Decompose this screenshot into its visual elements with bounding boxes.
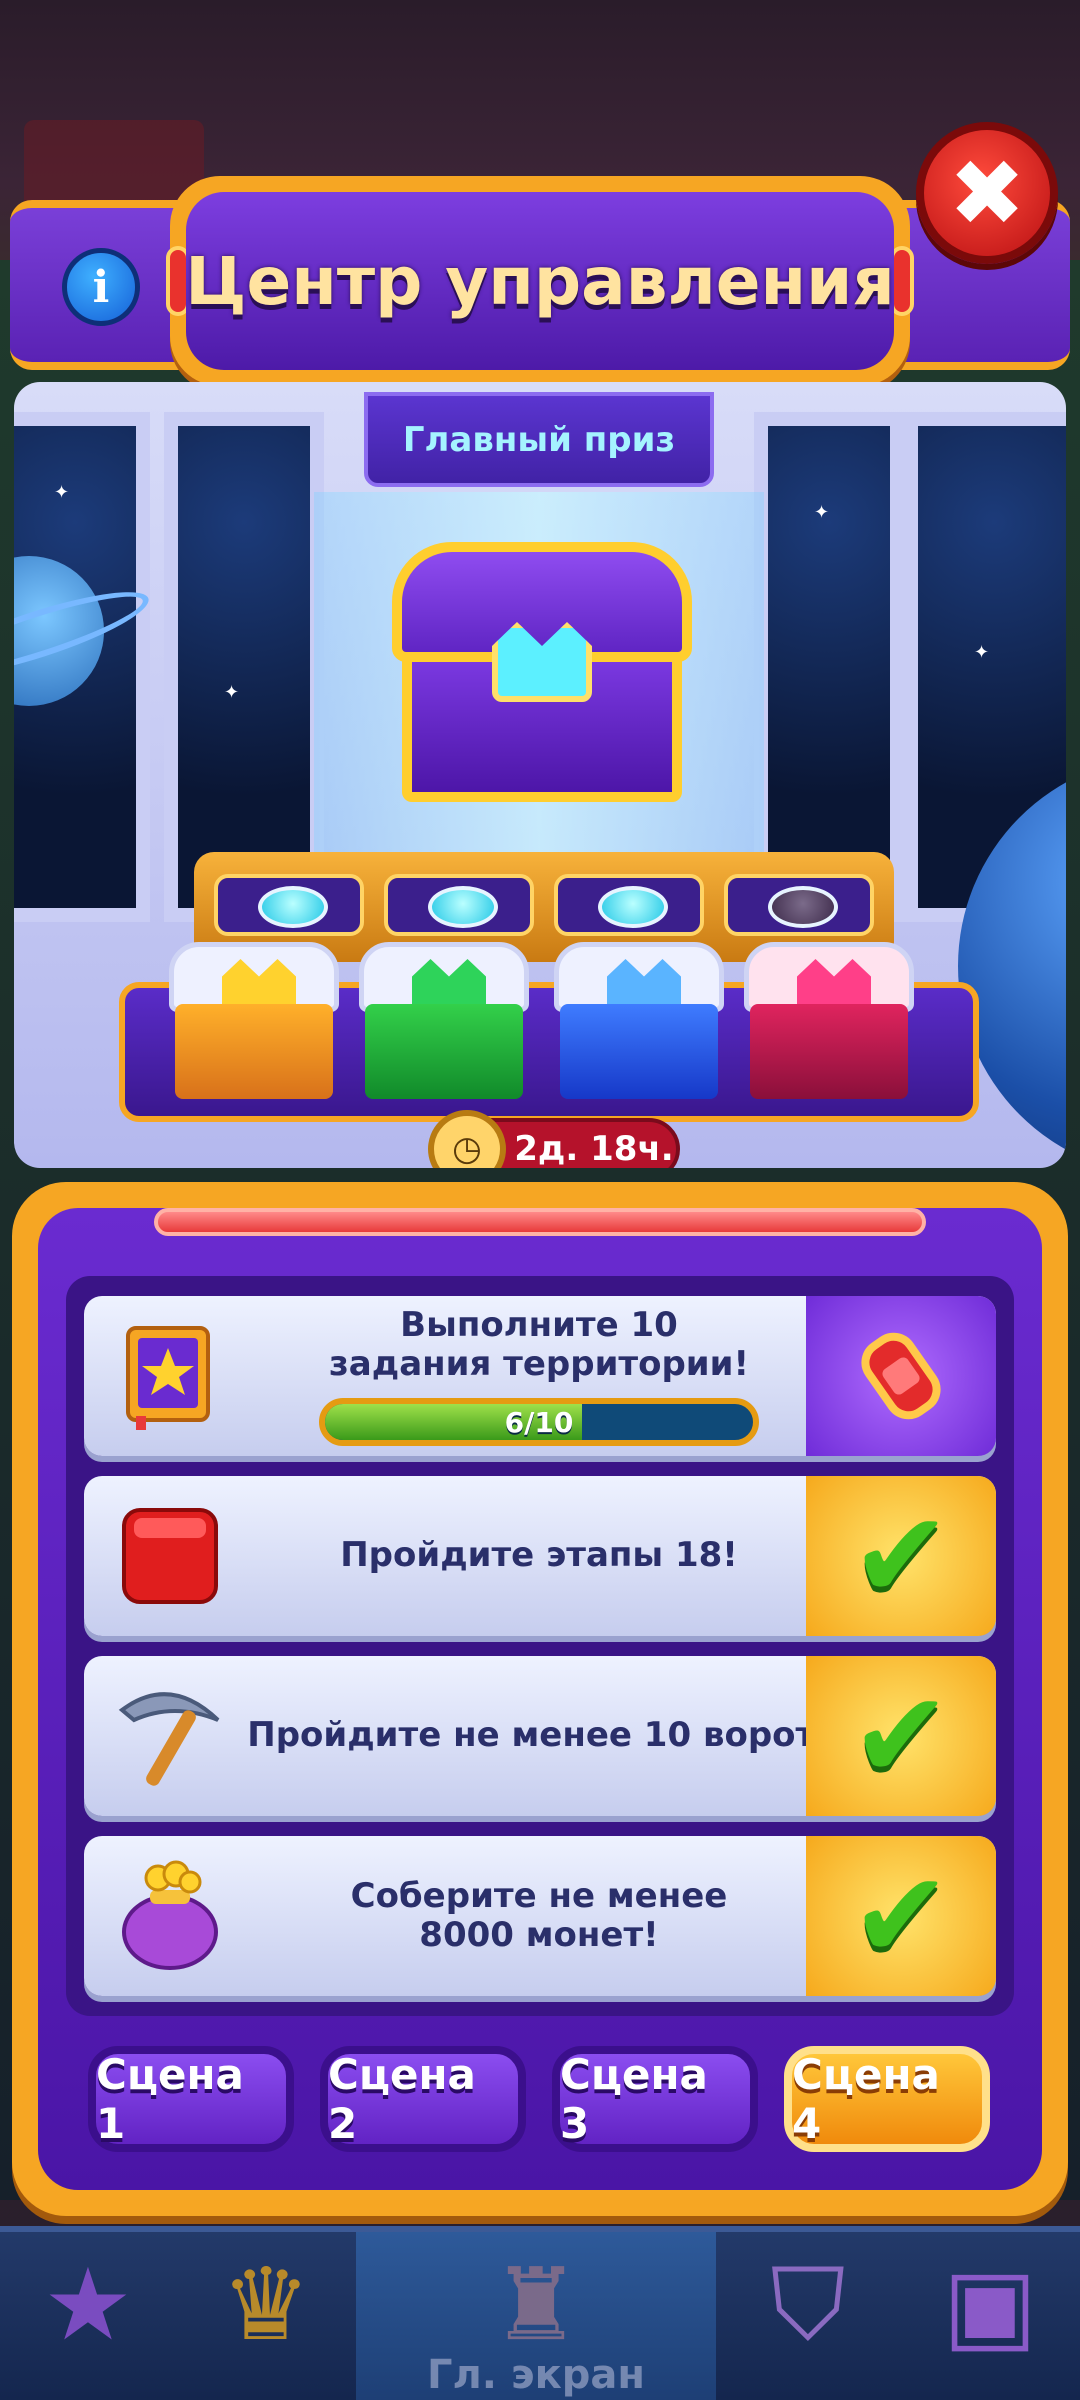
- castle-icon: ♜: [491, 2246, 581, 2363]
- title-plate: Центр управления: [166, 176, 914, 386]
- chest-lid: [169, 942, 339, 1012]
- nav-item-book[interactable]: ★: [0, 2232, 176, 2400]
- red-block-icon: [114, 1500, 226, 1612]
- chest-lid: [744, 942, 914, 1012]
- window-center-left: [164, 412, 324, 922]
- chest-body: [175, 1004, 333, 1099]
- nav-item-team[interactable]: ⛉: [716, 2232, 900, 2400]
- stage-slot-2: [384, 874, 534, 936]
- task-text: Соберите не менее 8000 монет!: [350, 1875, 728, 1955]
- stage-slot-3: [554, 874, 704, 936]
- crown-icon: [222, 959, 296, 1009]
- task-complete-badge: ✔: [806, 1476, 996, 1636]
- team-shield-icon: ⛉: [770, 2246, 846, 2363]
- chest-lid: [392, 542, 692, 662]
- star-icon: ✦: [54, 482, 70, 503]
- stage-slot-4: [724, 874, 874, 936]
- window-center-right: [754, 412, 904, 922]
- task-progress-bar: 6/10: [319, 1398, 759, 1447]
- coin-bag-icon: [114, 1860, 226, 1972]
- star-book-icon: ★: [43, 2246, 133, 2363]
- chest-body: [750, 1004, 908, 1099]
- chest-body: [365, 1004, 523, 1099]
- chest-lid: [554, 942, 724, 1012]
- crown-icon: [412, 959, 486, 1009]
- close-button[interactable]: ✖: [916, 122, 1058, 264]
- chest-lid: [359, 942, 529, 1012]
- stage-slot-1: [214, 874, 364, 936]
- panel-light-bar: [154, 1208, 926, 1236]
- task-content: Выполните 10 задания территории! 6/10: [234, 1296, 844, 1456]
- crown-icon: [607, 959, 681, 1009]
- fuel-capsule-icon[interactable]: [806, 1296, 996, 1456]
- check-icon: ✔: [850, 1486, 952, 1626]
- green-chest-icon[interactable]: [359, 942, 529, 1102]
- nav-home-label: Гл. экран: [426, 2352, 646, 2398]
- orange-chest-icon[interactable]: [169, 942, 339, 1102]
- pickaxe-icon: [114, 1680, 226, 1792]
- nav-item-home[interactable]: ♜ Гл. экран: [356, 2232, 716, 2400]
- slot-light-1: [258, 886, 328, 928]
- task-row-4[interactable]: Соберите не менее 8000 монет! ✔: [84, 1836, 996, 1996]
- task-row-3[interactable]: Пройдите не менее 10 ворот! ✔: [84, 1656, 996, 1816]
- tab-scene-4[interactable]: Сцена 4: [784, 2046, 990, 2152]
- window-right: [904, 412, 1066, 1168]
- star-icon: ✦: [814, 502, 830, 523]
- slot-light-2: [428, 886, 498, 928]
- task-content: Соберите не менее 8000 монет!: [234, 1836, 844, 1996]
- grand-prize-chest-icon[interactable]: [392, 542, 692, 812]
- star-book-icon: [114, 1320, 226, 1432]
- grand-prize-label: Главный приз: [402, 419, 676, 460]
- close-icon: ✖: [948, 139, 1026, 247]
- pink-chest-icon[interactable]: [744, 942, 914, 1102]
- task-text: Выполните 10 задания территории!: [329, 1304, 749, 1384]
- task-content: Пройдите не менее 10 ворот!: [234, 1656, 844, 1816]
- star-icon: ✦: [224, 682, 240, 703]
- page-title: Центр управления: [185, 242, 895, 320]
- window-left: [14, 412, 156, 922]
- background-stage: [24, 120, 204, 210]
- task-content: Пройдите этапы 18!: [234, 1476, 844, 1636]
- cards-icon: ▣: [942, 2246, 1038, 2363]
- task-complete-badge: ✔: [806, 1656, 996, 1816]
- task-progress-label: 6/10: [504, 1405, 574, 1439]
- title-plate-inner: Центр управления: [185, 192, 895, 370]
- check-icon: ✔: [850, 1666, 952, 1806]
- task-row-2[interactable]: Пройдите этапы 18! ✔: [84, 1476, 996, 1636]
- slot-light-4: [768, 886, 838, 928]
- grand-prize-banner: Главный приз: [364, 392, 714, 487]
- info-icon-glyph: i: [92, 261, 110, 313]
- trophy-icon: ♛: [221, 2246, 311, 2363]
- tab-scene-1[interactable]: Сцена 1: [88, 2046, 294, 2152]
- check-icon: ✔: [850, 1846, 952, 1986]
- tab-scene-3[interactable]: Сцена 3: [552, 2046, 758, 2152]
- info-icon[interactable]: i: [62, 248, 140, 326]
- crown-icon: [797, 959, 871, 1009]
- task-row-1[interactable]: Выполните 10 задания территории! 6/10: [84, 1296, 996, 1456]
- blue-chest-icon[interactable]: [554, 942, 724, 1102]
- task-text: Пройдите не менее 10 ворот!: [247, 1715, 831, 1756]
- tab-scene-2[interactable]: Сцена 2: [320, 2046, 526, 2152]
- nav-item-trophy[interactable]: ♛: [176, 2232, 356, 2400]
- space-station-scene: ✦ ✦ ✦ ✦ Главный приз ◷ 2д. 18ч.: [14, 382, 1066, 1168]
- bottom-nav: ★ ♛ ♜ Гл. экран ⛉ ▣: [0, 2226, 1080, 2400]
- star-icon: ✦: [974, 642, 990, 663]
- nav-item-cards[interactable]: ▣: [900, 2232, 1080, 2400]
- task-text: Пройдите этапы 18!: [340, 1535, 738, 1576]
- task-complete-badge: ✔: [806, 1836, 996, 1996]
- event-timer-text: 2д. 18ч.: [514, 1129, 674, 1168]
- slot-light-3: [598, 886, 668, 928]
- chest-body: [560, 1004, 718, 1099]
